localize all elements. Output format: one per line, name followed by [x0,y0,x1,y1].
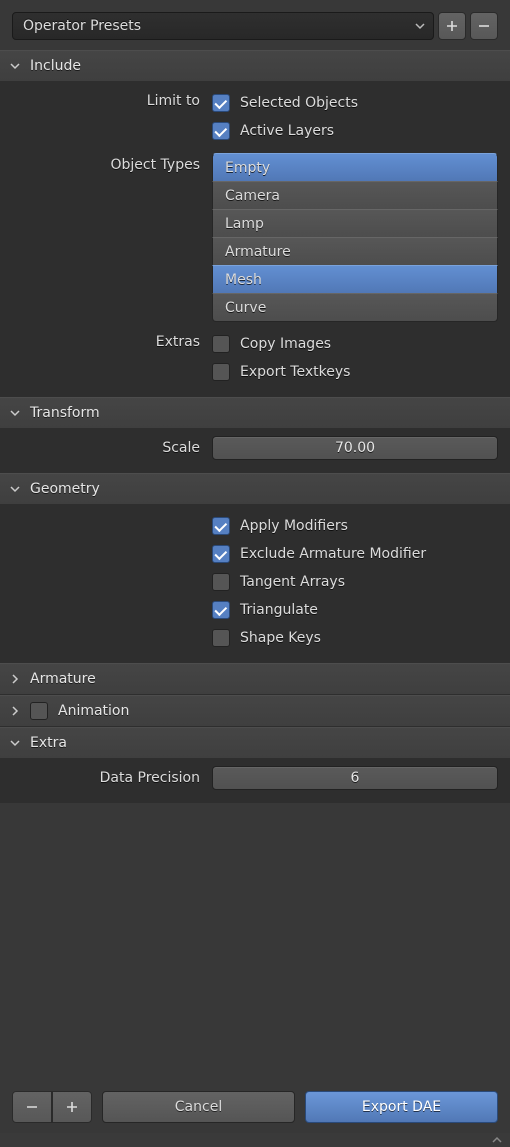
checkbox-icon [212,545,230,563]
label-scale: Scale [12,436,212,456]
chevron-right-icon [10,706,20,716]
checkbox-icon [212,363,230,381]
chevron-right-icon [10,674,20,684]
preset-remove-button[interactable] [470,12,498,40]
plus-icon [66,1101,78,1113]
section-header-animation[interactable]: Animation [0,695,510,727]
checkbox-icon [212,517,230,535]
checkbox-shape-keys[interactable]: Shape Keys [212,624,498,652]
chevron-down-icon [10,738,20,748]
chevron-down-icon [415,21,425,31]
section-title: Animation [58,703,129,719]
section-header-extra[interactable]: Extra [0,727,510,759]
section-title: Include [30,58,81,74]
section-title: Extra [30,735,67,751]
plus-icon [446,20,458,32]
checkbox-export-textkeys[interactable]: Export Textkeys [212,358,498,386]
section-title: Armature [30,671,96,687]
checkbox-icon [212,335,230,353]
minus-icon [26,1101,38,1113]
checkbox-icon [212,573,230,591]
scale-input[interactable]: 70.00 [212,436,498,460]
label-object-types: Object Types [12,153,212,173]
chevron-down-icon [10,484,20,494]
checkbox-animation-enable[interactable] [30,702,48,720]
operator-presets-label: Operator Presets [23,18,141,34]
preset-add-button[interactable] [438,12,466,40]
chevron-up-icon[interactable] [492,1135,502,1145]
zoom-out-button[interactable] [12,1091,52,1123]
section-header-geometry[interactable]: Geometry [0,473,510,505]
enum-item-empty[interactable]: Empty [212,153,498,182]
section-title: Geometry [30,481,100,497]
section-title: Transform [30,405,100,421]
checkbox-active-layers[interactable]: Active Layers [212,117,498,145]
operator-presets-select[interactable]: Operator Presets [12,12,434,40]
label-limit-to: Limit to [12,89,212,109]
data-precision-input[interactable]: 6 [212,766,498,790]
checkbox-triangulate[interactable]: Triangulate [212,596,498,624]
checkbox-exclude-armature[interactable]: Exclude Armature Modifier [212,540,498,568]
cancel-button[interactable]: Cancel [102,1091,295,1123]
zoom-in-button[interactable] [52,1091,92,1123]
section-header-include[interactable]: Include [0,50,510,82]
chevron-down-icon [10,61,20,71]
enum-item-armature[interactable]: Armature [212,237,498,266]
section-header-armature[interactable]: Armature [0,663,510,695]
label-data-precision: Data Precision [12,766,212,786]
checkbox-icon [212,601,230,619]
checkbox-copy-images[interactable]: Copy Images [212,330,498,358]
checkbox-apply-modifiers[interactable]: Apply Modifiers [212,512,498,540]
export-dae-button[interactable]: Export DAE [305,1091,498,1123]
chevron-down-icon [10,408,20,418]
enum-item-lamp[interactable]: Lamp [212,209,498,238]
minus-icon [478,20,490,32]
enum-item-curve[interactable]: Curve [212,293,498,322]
enum-item-mesh[interactable]: Mesh [212,265,498,294]
checkbox-icon [212,629,230,647]
section-header-transform[interactable]: Transform [0,397,510,429]
object-types-enum: Empty Camera Lamp Armature Mesh Curve [212,153,498,322]
checkbox-tangent-arrays[interactable]: Tangent Arrays [212,568,498,596]
label-extras: Extras [12,330,212,350]
checkbox-icon [212,94,230,112]
enum-item-camera[interactable]: Camera [212,181,498,210]
checkbox-selected-objects[interactable]: Selected Objects [212,89,498,117]
checkbox-icon [212,122,230,140]
